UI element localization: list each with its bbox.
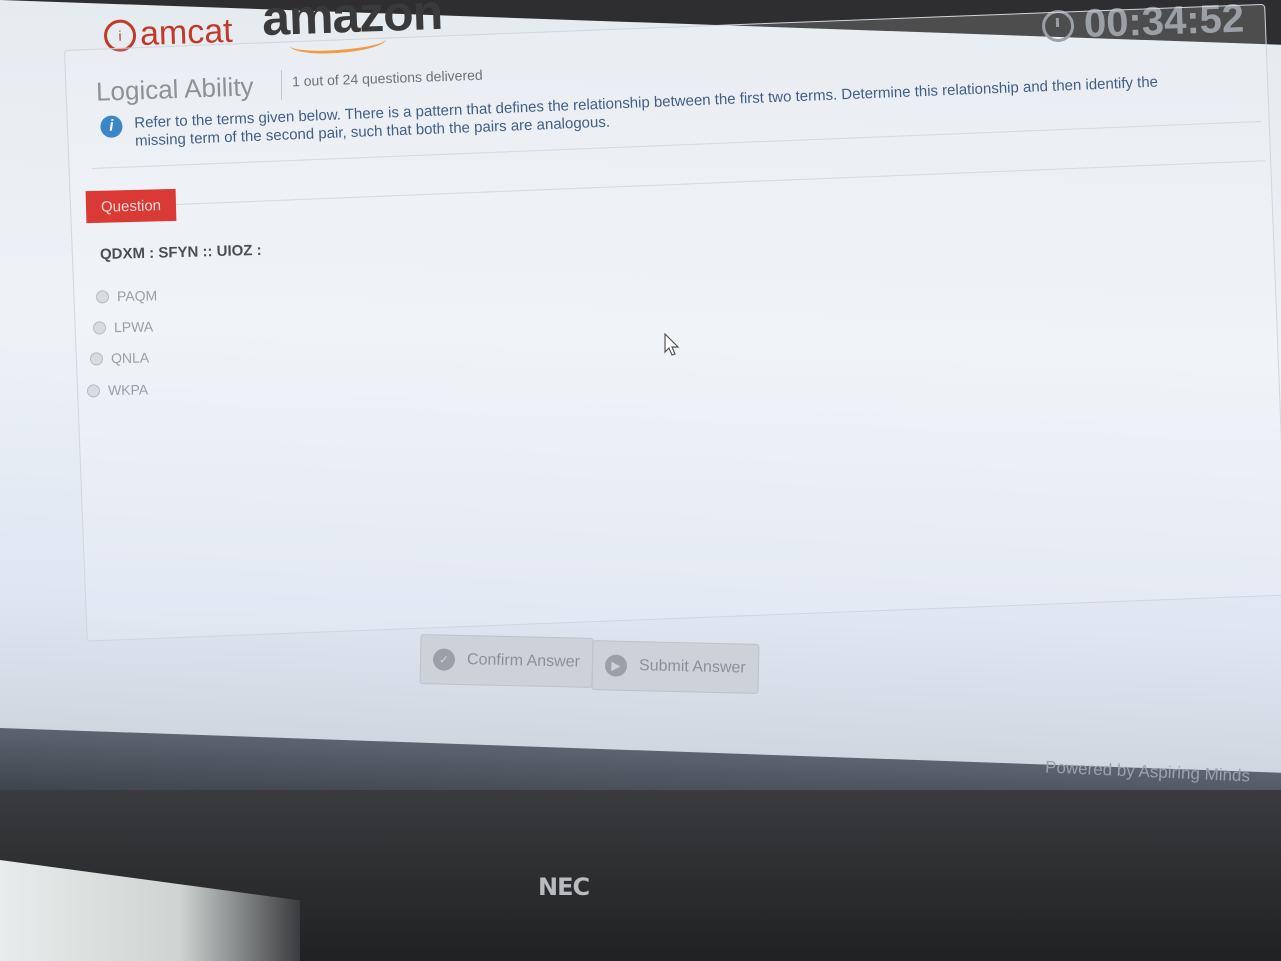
- option-4[interactable]: WKPA: [86, 381, 149, 399]
- submit-answer-button[interactable]: ▶ Submit Answer: [591, 640, 760, 694]
- info-icon: i: [100, 115, 123, 139]
- submit-answer-label: Submit Answer: [638, 657, 746, 677]
- checkmark-icon: ✓: [432, 648, 456, 671]
- mouse-cursor-icon: [664, 333, 680, 356]
- option-radio[interactable]: [92, 320, 107, 335]
- monitor-brand: NEC: [538, 873, 590, 901]
- question-tab: Question: [85, 188, 177, 224]
- option-label: WKPA: [107, 381, 149, 399]
- option-radio[interactable]: [86, 383, 101, 398]
- option-label: QNLA: [110, 349, 150, 367]
- option-label: LPWA: [113, 318, 154, 336]
- option-label: PAQM: [116, 287, 158, 305]
- option-radio[interactable]: [89, 351, 104, 366]
- option-1[interactable]: PAQM: [95, 287, 158, 305]
- option-radio[interactable]: [95, 289, 110, 304]
- option-3[interactable]: QNLA: [89, 349, 150, 367]
- option-2[interactable]: LPWA: [92, 318, 154, 336]
- confirm-answer-button[interactable]: ✓ Confirm Answer: [419, 634, 594, 688]
- play-icon: ▶: [604, 654, 628, 677]
- confirm-answer-label: Confirm Answer: [466, 651, 581, 671]
